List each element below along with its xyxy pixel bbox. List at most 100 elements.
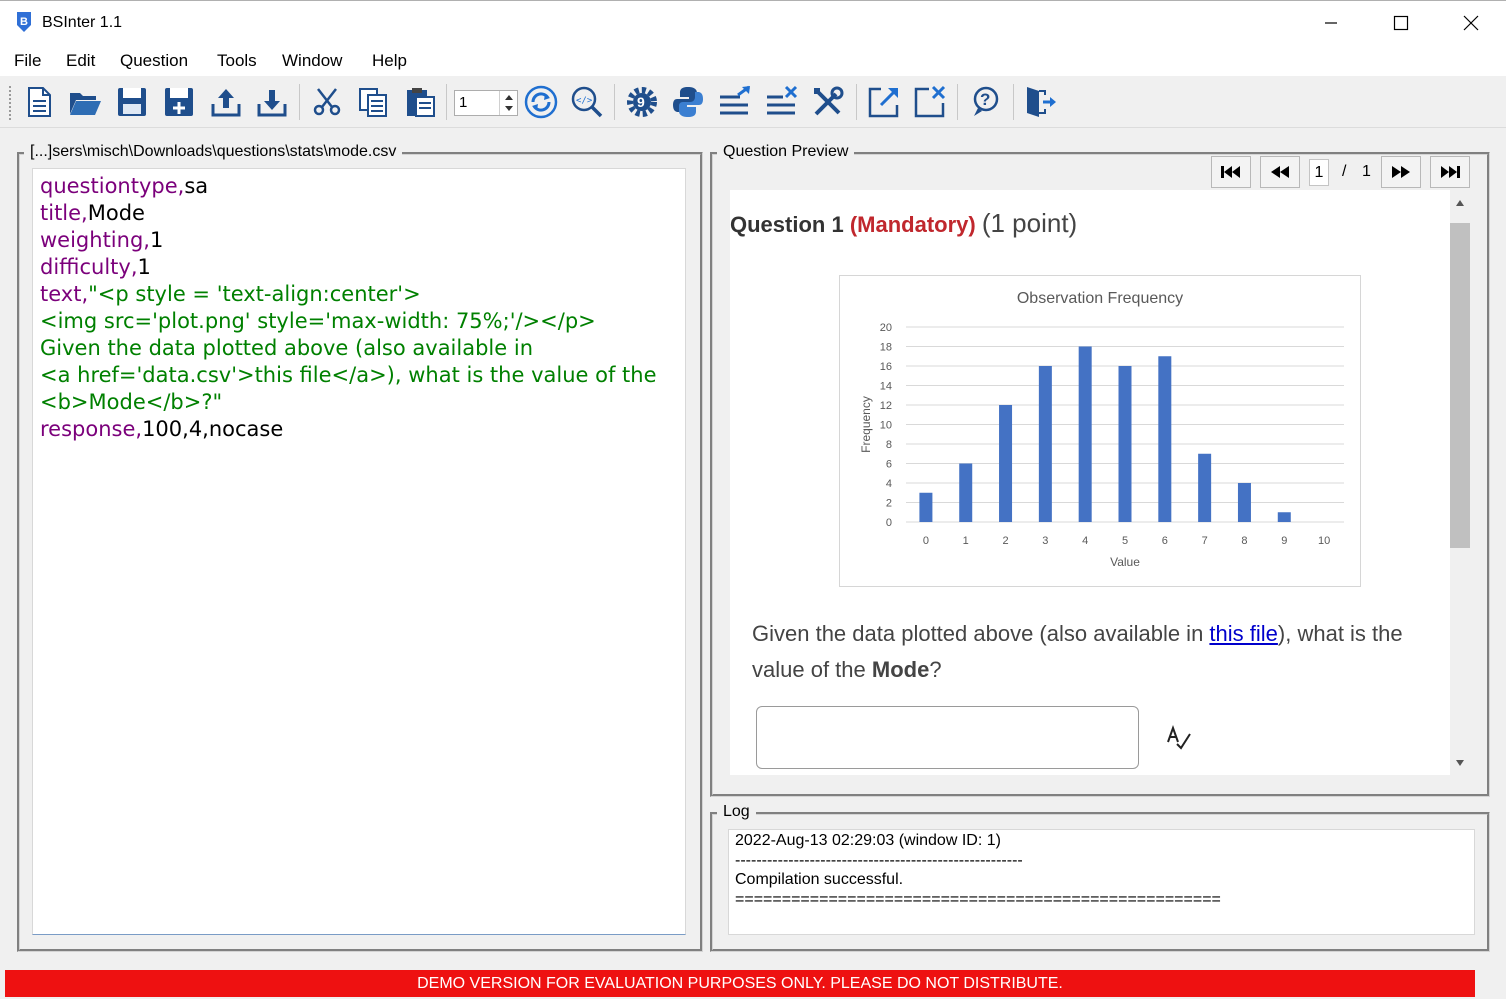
download-button[interactable] xyxy=(254,84,290,120)
open-external-button[interactable] xyxy=(866,84,902,120)
toolbar-separator xyxy=(1013,84,1014,120)
cut-icon xyxy=(313,88,341,116)
svg-text:?: ? xyxy=(980,90,990,109)
x-axis-label: Value xyxy=(1110,555,1140,569)
question-number-spinner[interactable]: 1 xyxy=(454,90,518,116)
tools-button[interactable] xyxy=(810,84,846,120)
x-tick-label: 2 xyxy=(1002,535,1008,547)
chart-image: Observation Frequency 0 2 4 6 8 10 12 14 16 18 20 0 1… xyxy=(839,275,1361,587)
download-icon xyxy=(257,90,287,117)
new-file-button[interactable] xyxy=(21,84,57,120)
editor-line: <b>Mode</b>?" xyxy=(40,389,678,416)
editor-keyword: weighting, xyxy=(40,228,150,252)
new-file-icon xyxy=(28,87,51,117)
y-axis-label: Frequency xyxy=(859,396,873,453)
toolbar-separator xyxy=(957,84,958,120)
editor-keyword: response, xyxy=(40,417,143,441)
preview-label: Question Preview xyxy=(717,143,855,161)
python-button[interactable] xyxy=(670,84,706,120)
x-tick-label: 4 xyxy=(1082,535,1088,547)
menu-bar: File Edit Question Tools Window Help xyxy=(0,44,1506,76)
points-label: (1 point) xyxy=(981,208,1078,238)
spinner-arrows[interactable] xyxy=(499,91,517,115)
bar-1 xyxy=(959,463,973,522)
page-total: 1 xyxy=(1362,163,1371,180)
editor-keyword: difficulty, xyxy=(40,255,138,279)
compile-button[interactable]: 9 xyxy=(624,84,660,120)
menu-tools[interactable]: Tools xyxy=(217,51,257,71)
python-icon xyxy=(673,87,703,117)
exit-button[interactable] xyxy=(1022,84,1058,120)
data-file-link[interactable]: this file xyxy=(1209,621,1277,646)
preview-scroll-thumb[interactable] xyxy=(1450,223,1470,548)
toolbar-separator xyxy=(446,84,447,120)
toolbar-grip[interactable] xyxy=(9,86,13,120)
external-link-icon xyxy=(868,87,899,118)
close-list-icon xyxy=(767,85,798,115)
menu-question[interactable]: Question xyxy=(120,51,188,71)
spinner-value: 1 xyxy=(459,94,468,111)
next-page-button[interactable] xyxy=(1381,156,1421,188)
first-page-button[interactable] xyxy=(1211,156,1251,188)
bar-6 xyxy=(1158,356,1172,522)
refresh-button[interactable] xyxy=(523,84,559,120)
maximize-button[interactable] xyxy=(1366,1,1436,45)
menu-file[interactable]: File xyxy=(14,51,41,71)
clear-list-button[interactable] xyxy=(764,84,800,120)
question-text-end: ? xyxy=(929,657,942,682)
x-tick-label: 5 xyxy=(1122,535,1128,547)
editor-value: 1 xyxy=(137,255,151,279)
svg-text:9: 9 xyxy=(637,94,645,110)
copy-button[interactable] xyxy=(355,84,391,120)
y-tick-label: 6 xyxy=(886,459,892,471)
log-line: ========================================… xyxy=(735,890,1221,908)
last-page-button[interactable] xyxy=(1430,156,1470,188)
fast-forward-icon xyxy=(1392,166,1410,178)
editor-keyword: text, xyxy=(40,282,89,306)
save-button[interactable] xyxy=(114,84,150,120)
menu-help[interactable]: Help xyxy=(372,51,407,71)
export-button[interactable] xyxy=(717,84,753,120)
x-tick-label: 1 xyxy=(963,535,969,547)
editor-value: sa xyxy=(184,174,209,198)
close-window-button[interactable] xyxy=(1436,1,1506,45)
export-icon xyxy=(720,85,750,115)
menu-window[interactable]: Window xyxy=(282,51,342,71)
open-folder-icon xyxy=(70,93,101,115)
paste-button[interactable] xyxy=(402,84,438,120)
view-source-button[interactable]: </> xyxy=(569,84,605,120)
cut-button[interactable] xyxy=(309,84,345,120)
close-preview-button[interactable] xyxy=(912,84,948,120)
open-button[interactable] xyxy=(67,84,103,120)
app-icon: B xyxy=(17,12,31,32)
menu-edit[interactable]: Edit xyxy=(66,51,95,71)
log-line: ----------------------------------------… xyxy=(735,851,1023,869)
editor-line: weighting,1 xyxy=(40,227,678,254)
bar-3 xyxy=(1038,366,1052,522)
question-text: Given the data plotted above (also avail… xyxy=(752,616,1442,688)
save-as-button[interactable] xyxy=(161,84,197,120)
editor-value: <b>Mode</b>?" xyxy=(40,390,223,414)
svg-text:</>: </> xyxy=(576,96,593,106)
x-tick-label: 8 xyxy=(1241,535,1247,547)
y-tick-label: 14 xyxy=(880,381,892,393)
y-tick-label: 8 xyxy=(886,439,892,451)
code-editor[interactable]: questiontype,sa title,Mode weighting,1 diff… xyxy=(32,168,686,935)
page-number-input[interactable]: 1 xyxy=(1309,159,1329,186)
minimize-button[interactable] xyxy=(1296,1,1366,45)
spinner-arrows-icon xyxy=(505,95,513,111)
tools-icon xyxy=(814,86,844,116)
y-tick-label: 12 xyxy=(880,400,892,412)
spellcheck-icon[interactable] xyxy=(1164,722,1194,752)
upload-button[interactable] xyxy=(208,84,244,120)
copy-icon xyxy=(359,88,387,117)
prev-page-button[interactable] xyxy=(1260,156,1300,188)
bar-8 xyxy=(1237,483,1251,522)
log-output[interactable]: 2022-Aug-13 02:29:03 (window ID: 1) ----… xyxy=(728,829,1475,935)
view-source-icon: </> xyxy=(571,86,603,118)
close-window-icon xyxy=(914,85,946,118)
editor-line: questiontype,sa xyxy=(40,173,678,200)
answer-input[interactable] xyxy=(756,706,1139,769)
help-button[interactable]: ? xyxy=(967,84,1003,120)
x-tick-label: 9 xyxy=(1281,535,1287,547)
